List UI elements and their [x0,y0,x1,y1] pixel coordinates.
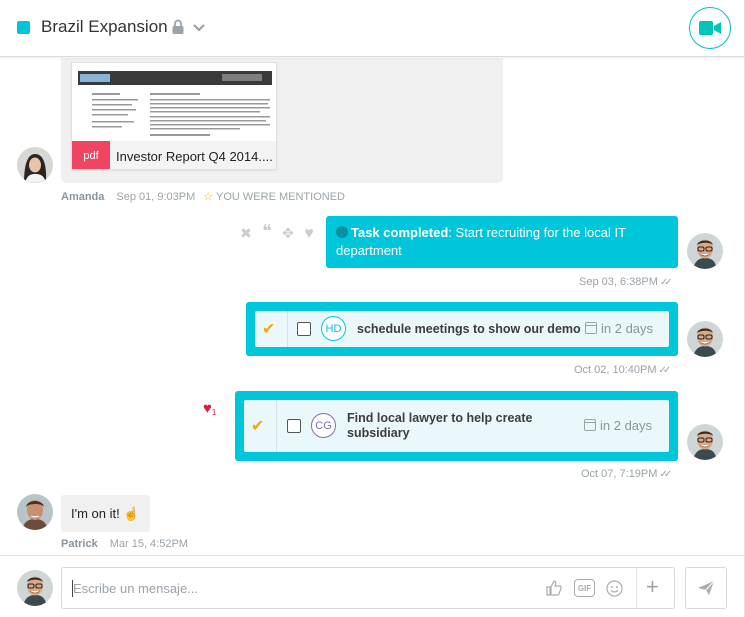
task-card-inner: ✔ CG Find local lawyer to help create su… [244,400,669,452]
channel-color-square [17,21,30,34]
message-time: Mar 15, 4:52PM [109,538,188,550]
chevron-down-icon[interactable] [192,22,206,34]
conversation-header: Brazil Expansion [0,0,744,57]
file-thumbnail [72,63,276,141]
task-completed-message[interactable]: Task completed: Start recruiting for the… [326,216,678,268]
task-due[interactable]: in 2 days [584,418,652,433]
double-check-icon: ✓✓ [659,469,672,480]
task-title[interactable]: schedule meetings to show our demo [357,322,581,337]
assignee-badge[interactable]: HD [321,316,346,341]
avatar-patrick[interactable] [17,494,53,530]
checkmark-icon: ✔ [251,418,265,435]
emoji-icon[interactable] [606,580,623,597]
move-icon[interactable]: ✥ [280,225,296,243]
thumbs-up-icon[interactable] [546,580,562,596]
checkmark-icon: ✔ [262,321,276,338]
task-due[interactable]: in 2 days [585,321,653,336]
task-title[interactable]: Find local lawyer to help create subsidi… [347,411,547,441]
author-name[interactable]: Patrick [61,538,98,550]
file-message-meta: Amanda Sep 01, 9:03PM ☆ YOU WERE MENTIONED [61,190,345,203]
task-card-inner: ✔ HD schedule meetings to show our demo … [255,311,669,347]
composer-divider [636,568,637,608]
avatar-me[interactable] [687,424,723,460]
author-name[interactable]: Amanda [61,191,104,203]
video-camera-icon [699,21,721,35]
avatar-me[interactable] [17,570,53,606]
chat-app: Brazil Expansion pdf Investor Report Q4 … [0,0,745,617]
calendar-icon [584,419,596,431]
heart-reaction[interactable]: ♥1 [203,400,216,417]
message-input[interactable]: Escribe un mensaje... GIF + [61,567,675,609]
message-list[interactable]: pdf Investor Report Q4 2014.... Amanda Se… [0,58,744,555]
task2-time: Oct 07, 7:19PM ✓✓ [581,468,672,480]
task-completed-time: Sep 03, 6:38PM ✓✓ [579,276,673,288]
double-check-icon: ✓✓ [658,365,672,376]
quote-icon[interactable]: ❝ [259,223,275,243]
heart-icon[interactable]: ♥ [301,225,317,243]
calendar-icon [585,322,597,334]
task-checkbox[interactable] [287,419,301,433]
lock-icon [172,19,184,34]
task-card: ✔ HD schedule meetings to show our demo … [246,302,678,356]
task-divider [287,311,288,347]
avatar-me[interactable] [687,233,723,269]
star-icon: ☆ [203,191,214,203]
file-message: pdf Investor Report Q4 2014.... [61,58,503,183]
message-time: Sep 01, 9:03PM [116,191,196,203]
double-check-icon: ✓✓ [659,277,673,288]
conversation-title[interactable]: Brazil Expansion [41,17,168,37]
task-completed-label: Task completed [351,225,449,240]
avatar-me[interactable] [687,321,723,357]
task-card: ✔ CG Find local lawyer to help create su… [235,391,678,461]
text-message[interactable]: I'm on it! ☝ [61,495,150,532]
assignee-badge[interactable]: CG [311,413,336,438]
check-circle-icon [336,226,348,238]
file-name[interactable]: Investor Report Q4 2014.... [116,149,273,164]
task1-time: Oct 02, 10:40PM ✓✓ [574,364,672,376]
gif-button[interactable]: GIF [574,579,595,597]
message-composer: Escribe un mensaje... GIF + [0,555,744,617]
avatar-amanda[interactable] [17,147,53,183]
task-divider [276,400,277,452]
message-actions: ✖ ❝ ✥ ♥ [238,223,317,243]
send-button[interactable] [685,567,727,609]
task-checkbox[interactable] [297,322,311,336]
reaction-count: 1 [211,408,217,417]
video-call-button[interactable] [689,7,731,49]
send-icon [698,580,715,595]
file-attachment[interactable]: pdf Investor Report Q4 2014.... [71,62,277,170]
pdf-badge: pdf [72,141,110,169]
text-message-meta: Patrick Mar 15, 4:52PM [61,538,188,550]
mention-notice: ☆ YOU WERE MENTIONED [203,191,345,203]
message-placeholder: Escribe un mensaje... [73,581,199,596]
delete-icon[interactable]: ✖ [238,225,254,243]
heart-icon: ♥ [203,400,212,417]
attach-plus-button[interactable]: + [646,574,659,600]
file-footer: pdf Investor Report Q4 2014.... [72,141,276,169]
